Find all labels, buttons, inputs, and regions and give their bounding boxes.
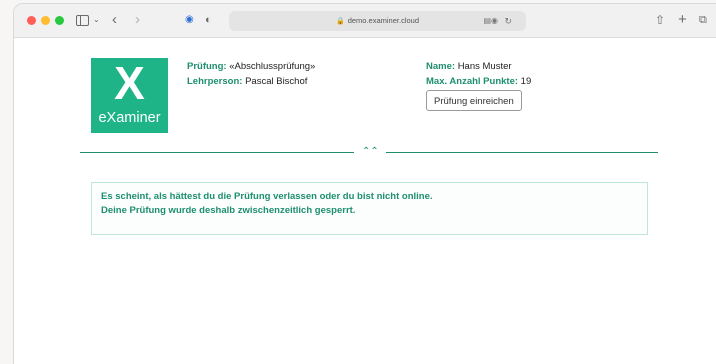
reader-mode-icon[interactable]: ▤◉ xyxy=(483,11,498,31)
alert-line-2: Deine Prüfung wurde deshalb zwischenzeit… xyxy=(101,205,356,216)
sidebar-icon[interactable] xyxy=(76,15,89,26)
alert-line-1: Es scheint, als hättest du die Prüfung v… xyxy=(101,191,433,202)
logo-mark: X xyxy=(114,57,145,109)
teacher-value: Pascal Bischof xyxy=(245,76,308,87)
address-bar[interactable]: 🔒 demo.examiner.cloud ▤◉ ↻ xyxy=(229,11,526,31)
zoom-window-button[interactable] xyxy=(55,16,64,25)
divider-right xyxy=(386,152,658,153)
submit-exam-button[interactable]: Prüfung einreichen xyxy=(426,90,522,111)
close-window-button[interactable] xyxy=(27,16,36,25)
logo-wordmark: eXaminer xyxy=(98,110,161,126)
double-chevron-up-icon[interactable]: ⌃⌃ xyxy=(362,144,379,160)
teacher-label: Lehrperson: xyxy=(187,76,243,87)
chevron-down-icon[interactable]: ⌄ xyxy=(93,10,100,30)
exam-info-left: Prüfung: «Abschlussprüfung» Lehrperson: … xyxy=(187,59,315,89)
url-text: 🔒 demo.examiner.cloud xyxy=(335,16,419,25)
browser-window: ⌄ ‹ › ◉ ◐ 🔒 demo.examiner.cloud ▤◉ ↻ ⇧ + … xyxy=(14,4,716,364)
teacher-row: Lehrperson: Pascal Bischof xyxy=(187,74,315,89)
max-points-label: Max. Anzahl Punkte: xyxy=(426,76,519,87)
chevron-left-icon[interactable]: ‹ xyxy=(112,10,117,30)
divider-left xyxy=(80,152,354,153)
minimize-window-button[interactable] xyxy=(41,16,50,25)
exam-title-value: «Abschlussprüfung» xyxy=(229,61,316,72)
reload-icon[interactable]: ↻ xyxy=(504,11,512,31)
lock-icon: 🔒 xyxy=(335,18,345,25)
plus-icon[interactable]: + xyxy=(678,10,687,30)
privacy-shield-icon[interactable]: ◐ xyxy=(205,10,212,30)
share-icon[interactable]: ⇧ xyxy=(655,10,665,30)
exam-info-right: Name: Hans Muster Max. Anzahl Punkte: 19 xyxy=(426,59,531,89)
extension-icon[interactable]: ◉ xyxy=(185,10,194,30)
page-content: X eXaminer Prüfung: «Abschlussprüfung» L… xyxy=(14,38,716,364)
examiner-logo: X eXaminer xyxy=(91,58,168,133)
exam-title-label: Prüfung: xyxy=(187,61,227,72)
student-name-label: Name: xyxy=(426,61,456,72)
max-points-value: 19 xyxy=(520,76,532,87)
student-name-row: Name: Hans Muster xyxy=(426,59,531,74)
lock-warning-alert: Es scheint, als hättest du die Prüfung v… xyxy=(91,182,648,235)
browser-toolbar: ⌄ ‹ › ◉ ◐ 🔒 demo.examiner.cloud ▤◉ ↻ ⇧ + … xyxy=(14,4,716,38)
chevron-right-icon[interactable]: › xyxy=(135,10,140,30)
student-name-value: Hans Muster xyxy=(457,61,512,72)
exam-title-row: Prüfung: «Abschlussprüfung» xyxy=(187,59,315,74)
tabs-overview-icon[interactable]: ⧉ xyxy=(699,10,707,30)
max-points-row: Max. Anzahl Punkte: 19 xyxy=(426,74,531,89)
